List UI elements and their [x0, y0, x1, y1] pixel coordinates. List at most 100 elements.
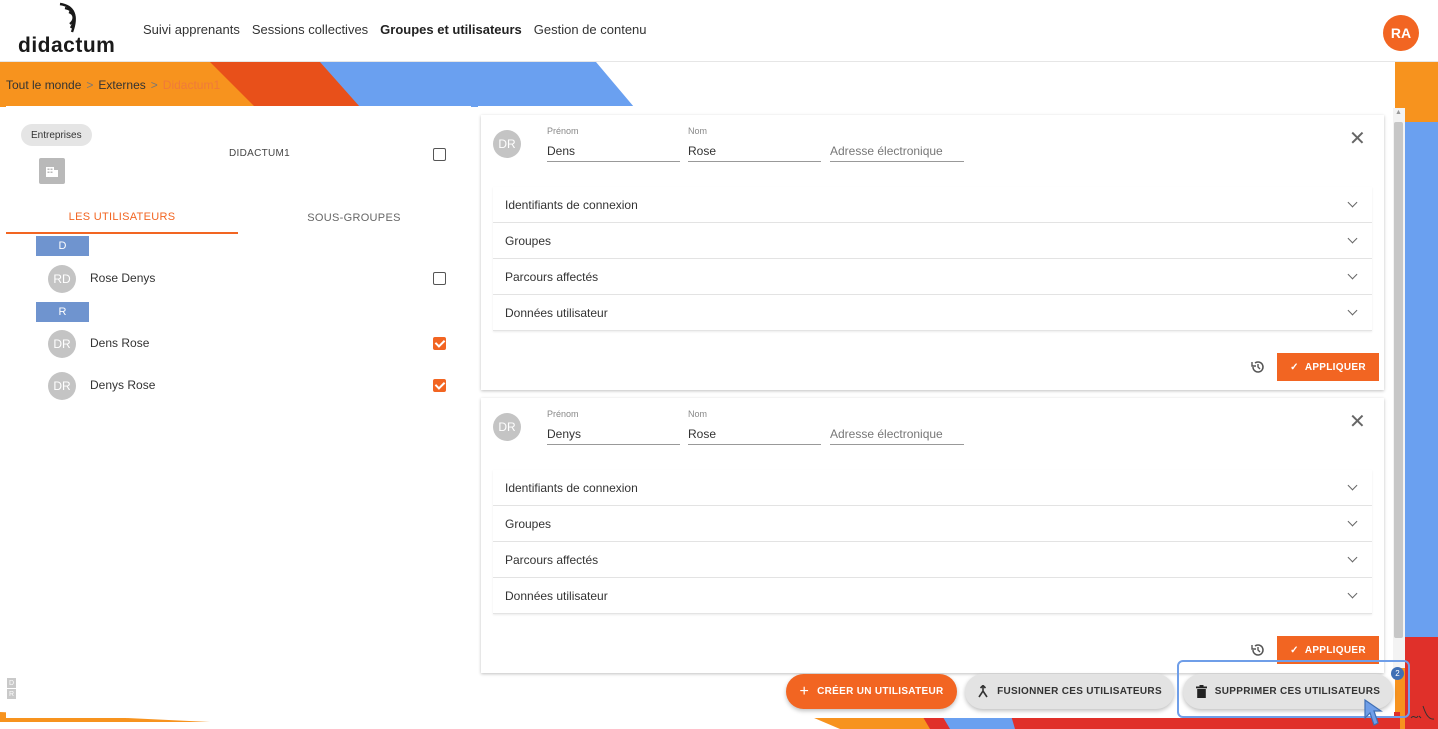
tab-les-utilisateurs[interactable]: LES UTILISATEURS: [6, 202, 238, 234]
first-name-label: Prénom: [547, 126, 579, 136]
user-checkbox-rose-denys[interactable]: [433, 272, 446, 285]
accordion-label: Identifiants de connexion: [505, 197, 638, 212]
company-checkbox[interactable]: [433, 148, 446, 161]
apply-button[interactable]: ✓ APPLIQUER: [1277, 353, 1379, 381]
user-detail-panel: DR Prénom Dens Nom Rose Adresse électron…: [478, 106, 1394, 718]
user-name: Dens Rose: [90, 336, 150, 350]
chevron-down-icon: [1347, 516, 1358, 527]
user-checkbox-dens-rose[interactable]: [433, 337, 446, 350]
first-name-field[interactable]: Prénom Dens: [547, 126, 680, 162]
signature-mark-icon: [1410, 705, 1435, 720]
last-name-label: Nom: [688, 126, 708, 136]
logo-mark-icon: [59, 2, 76, 33]
last-name-field[interactable]: Nom Rose: [688, 126, 821, 162]
close-icon[interactable]: ✕: [1349, 129, 1366, 149]
check-icon: ✓: [1290, 361, 1299, 373]
create-user-button[interactable]: + CRÉER UN UTILISATEUR: [786, 674, 957, 709]
user-checkbox-denys-rose[interactable]: [433, 379, 446, 392]
last-name-input[interactable]: Rose: [688, 421, 821, 445]
accordion-label: Identifiants de connexion: [505, 480, 638, 495]
email-field[interactable]: Adresse électronique: [830, 126, 964, 162]
tab-sous-groupes[interactable]: SOUS-GROUPES: [238, 202, 470, 234]
entreprises-chip[interactable]: Entreprises: [21, 124, 92, 146]
nav-item-gestion-contenu[interactable]: Gestion de contenu: [534, 22, 647, 37]
accordion-identifiants[interactable]: Identifiants de connexion: [493, 187, 1372, 223]
user-name: Rose Denys: [90, 271, 156, 285]
user-list-item[interactable]: RD Rose Denys: [36, 261, 456, 297]
user-list-item[interactable]: DR Dens Rose: [36, 326, 456, 362]
merge-users-button[interactable]: FUSIONNER CES UTILISATEURS: [965, 674, 1174, 709]
apply-button-label: APPLIQUER: [1304, 361, 1366, 373]
card-accordion: Identifiants de connexion Groupes Parcou…: [493, 470, 1372, 614]
alphabet-index-r[interactable]: R: [7, 689, 16, 699]
first-name-label: Prénom: [547, 409, 579, 419]
apply-button-label: APPLIQUER: [1304, 644, 1366, 656]
last-name-input[interactable]: Rose: [688, 138, 821, 162]
accordion-identifiants[interactable]: Identifiants de connexion: [493, 470, 1372, 506]
email-input[interactable]: Adresse électronique: [830, 421, 964, 445]
user-avatar-dr: DR: [48, 372, 76, 400]
user-avatar-rd: RD: [48, 265, 76, 293]
nav-item-sessions-collectives[interactable]: Sessions collectives: [252, 22, 368, 37]
alphabet-index: D R: [7, 678, 16, 699]
selected-count-badge: 2: [1391, 667, 1404, 680]
main-nav: Suivi apprenants Sessions collectives Gr…: [143, 22, 647, 37]
create-user-label: CRÉER UN UTILISATEUR: [817, 686, 944, 697]
merge-icon: [978, 684, 988, 697]
user-card: DR Prénom Denys Nom Rose Adresse électro…: [481, 398, 1384, 673]
first-name-input[interactable]: Denys: [547, 421, 680, 445]
accordion-groupes[interactable]: Groupes: [493, 223, 1372, 259]
accordion-donnees[interactable]: Données utilisateur: [493, 295, 1372, 331]
accordion-label: Groupes: [505, 233, 552, 248]
first-name-input[interactable]: Dens: [547, 138, 680, 162]
history-icon[interactable]: [1249, 641, 1267, 659]
check-icon: ✓: [1290, 644, 1299, 656]
breadcrumb-item-externes[interactable]: Externes: [98, 78, 145, 92]
user-name: Denys Rose: [90, 378, 156, 392]
breadcrumb: Tout le monde > Externes > Didactum1: [6, 78, 220, 92]
plus-icon: +: [799, 682, 810, 700]
chevron-down-icon: [1347, 480, 1358, 491]
letter-header-r: R: [36, 302, 89, 322]
first-name-field[interactable]: Prénom Denys: [547, 409, 680, 445]
history-icon[interactable]: [1249, 358, 1267, 376]
top-header: didactum Suivi apprenants Sessions colle…: [0, 0, 1438, 62]
merge-users-label: FUSIONNER CES UTILISATEURS: [997, 686, 1162, 697]
accordion-groupes[interactable]: Groupes: [493, 506, 1372, 542]
email-field[interactable]: Adresse électronique: [830, 409, 964, 445]
user-avatar-dr: DR: [48, 330, 76, 358]
breadcrumb-separator: >: [86, 78, 94, 92]
card-avatar: DR: [493, 130, 521, 158]
email-input[interactable]: Adresse électronique: [830, 138, 964, 162]
accordion-label: Données utilisateur: [505, 305, 608, 320]
breadcrumb-item-current: Didactum1: [162, 78, 221, 92]
accordion-label: Groupes: [505, 516, 552, 531]
scroll-up-arrow-icon[interactable]: ▲: [1395, 109, 1402, 116]
nav-item-groupes-utilisateurs[interactable]: Groupes et utilisateurs: [380, 22, 522, 37]
cursor-arrow-icon: [1364, 698, 1383, 726]
scrollbar-thumb[interactable]: [1394, 122, 1403, 638]
accordion-parcours[interactable]: Parcours affectés: [493, 542, 1372, 578]
letter-header-d: D: [36, 236, 89, 256]
user-avatar[interactable]: RA: [1383, 15, 1419, 51]
company-name: DIDACTUM1: [229, 148, 291, 159]
alphabet-index-d[interactable]: D: [7, 678, 16, 688]
user-list-item[interactable]: DR Denys Rose: [36, 368, 456, 404]
chevron-down-icon: [1347, 305, 1358, 316]
accordion-label: Parcours affectés: [505, 552, 599, 567]
didactum-logo[interactable]: didactum: [18, 2, 128, 60]
last-name-label: Nom: [688, 409, 708, 419]
card-avatar: DR: [493, 413, 521, 441]
accordion-parcours[interactable]: Parcours affectés: [493, 259, 1372, 295]
card-accordion: Identifiants de connexion Groupes Parcou…: [493, 187, 1372, 331]
accordion-donnees[interactable]: Données utilisateur: [493, 578, 1372, 614]
chevron-down-icon: [1347, 197, 1358, 208]
user-card: DR Prénom Dens Nom Rose Adresse électron…: [481, 115, 1384, 390]
close-icon[interactable]: ✕: [1349, 412, 1366, 432]
breadcrumb-item-tout-le-monde[interactable]: Tout le monde: [6, 78, 81, 92]
panel-tabs: LES UTILISATEURS SOUS-GROUPES: [6, 202, 471, 235]
nav-item-suivi-apprenants[interactable]: Suivi apprenants: [143, 22, 240, 37]
logo-text: didactum: [18, 34, 116, 57]
breadcrumb-separator: >: [150, 78, 158, 92]
last-name-field[interactable]: Nom Rose: [688, 409, 821, 445]
